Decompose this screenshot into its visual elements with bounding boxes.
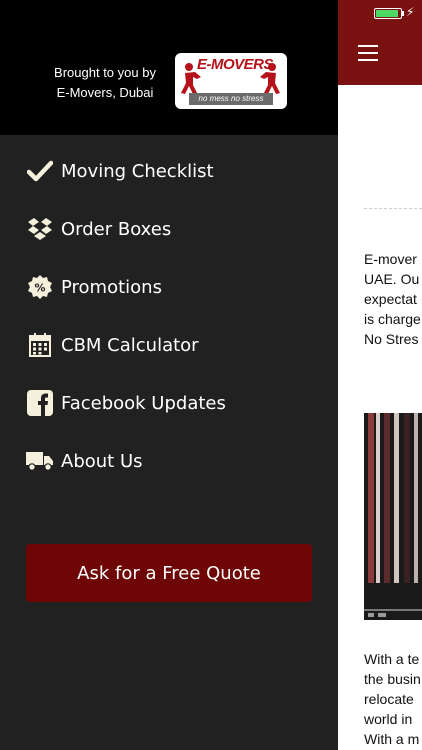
truck-icon xyxy=(26,447,54,475)
percent-badge-icon: % xyxy=(26,273,54,301)
divider xyxy=(364,208,422,209)
top-bar: ⚡ xyxy=(338,0,422,85)
menu-label: Promotions xyxy=(61,276,162,298)
text-line: No Stres xyxy=(364,331,419,347)
main-content: ⚡ E-mover UAE. Ou expectat is charge No … xyxy=(338,0,422,750)
brought-by-line2: E-Movers, Dubai xyxy=(56,85,154,100)
menu-label: CBM Calculator xyxy=(61,334,199,356)
charging-bolt-icon: ⚡ xyxy=(406,5,415,19)
text-line: relocate xyxy=(364,691,414,707)
battery-icon xyxy=(374,8,402,19)
text-line: expectat xyxy=(364,291,417,307)
text-line: world in xyxy=(364,711,413,727)
drawer-header: Brought to you by E-Movers, Dubai E-MOVE… xyxy=(0,0,338,135)
text-line: With a te xyxy=(364,651,420,667)
text-line: With a m xyxy=(364,731,420,747)
menu-item-order-boxes[interactable]: Order Boxes xyxy=(0,200,338,258)
text-line: E-mover xyxy=(364,251,417,267)
video-progress-bar[interactable] xyxy=(364,609,422,611)
text-line: UAE. Ou xyxy=(364,271,420,287)
menu-label: Facebook Updates xyxy=(61,392,226,414)
svg-text:%: % xyxy=(34,282,45,295)
menu-label: Moving Checklist xyxy=(61,160,214,182)
dropbox-icon xyxy=(26,215,54,243)
brought-by-line1: Brought to you by xyxy=(54,65,156,80)
play-control-icon[interactable] xyxy=(368,613,374,617)
battery-cap xyxy=(402,11,404,16)
battery-level xyxy=(376,10,398,17)
menu-item-cbm-calculator[interactable]: CBM Calculator xyxy=(0,316,338,374)
menu-label: About Us xyxy=(61,450,143,472)
e-movers-logo: E-MOVERS no mess no stress xyxy=(175,53,287,109)
menu-item-about-us[interactable]: About Us xyxy=(0,432,338,490)
menu-label: Order Boxes xyxy=(61,218,172,240)
text-line: the busin xyxy=(364,671,421,687)
checkmark-icon xyxy=(26,157,54,185)
brought-by-text: Brought to you by E-Movers, Dubai xyxy=(40,63,170,103)
hamburger-menu-icon[interactable] xyxy=(358,44,378,62)
ask-free-quote-button[interactable]: Ask for a Free Quote xyxy=(26,544,312,602)
navigation-drawer: Brought to you by E-Movers, Dubai E-MOVE… xyxy=(0,0,338,750)
menu-item-moving-checklist[interactable]: Moving Checklist xyxy=(0,142,338,200)
menu-item-facebook-updates[interactable]: Facebook Updates xyxy=(0,374,338,432)
video-player[interactable] xyxy=(364,413,422,620)
logo-tagline: no mess no stress xyxy=(189,93,273,105)
text-line: is charge xyxy=(364,311,421,327)
logo-brand-text: E-MOVERS xyxy=(197,56,274,73)
calendar-icon xyxy=(26,331,54,359)
facebook-icon xyxy=(26,389,54,417)
volume-control-icon[interactable] xyxy=(378,613,386,617)
menu-item-promotions[interactable]: % Promotions xyxy=(0,258,338,316)
